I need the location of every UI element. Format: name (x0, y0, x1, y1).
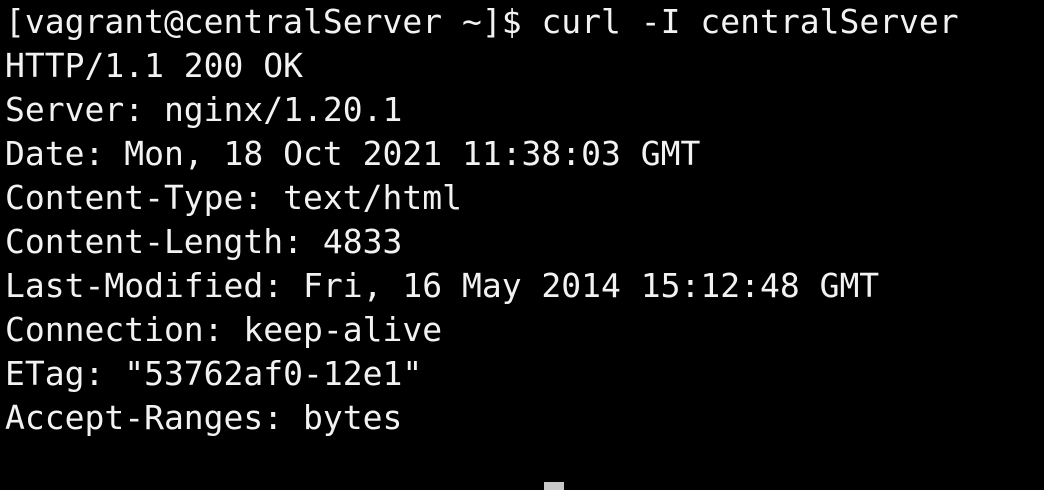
command-line: [vagrant@centralServer ~]$ curl -I centr… (5, 0, 959, 44)
output-line-accept-ranges: Accept-Ranges: bytes (5, 398, 403, 437)
output-line-date: Date: Mon, 18 Oct 2021 11:38:03 GMT (5, 134, 701, 173)
terminal-window[interactable]: [vagrant@centralServer ~]$ curl -I centr… (0, 0, 1044, 490)
output-line-last-modified: Last-Modified: Fri, 16 May 2014 15:12:48… (5, 266, 880, 305)
output-line-content-length: Content-Length: 4833 (5, 222, 403, 261)
shell-prompt: [vagrant@centralServer ~]$ (5, 2, 522, 41)
text-cursor (544, 482, 564, 490)
output-line-content-type: Content-Type: text/html (5, 178, 462, 217)
output-line-etag: ETag: "53762af0-12e1" (5, 354, 423, 393)
output-line-connection: Connection: keep-alive (5, 310, 443, 349)
command-text: curl -I centralServer (541, 2, 959, 41)
output-line-status: HTTP/1.1 200 OK (5, 46, 304, 85)
output-line-server: Server: nginx/1.20.1 (5, 90, 403, 129)
